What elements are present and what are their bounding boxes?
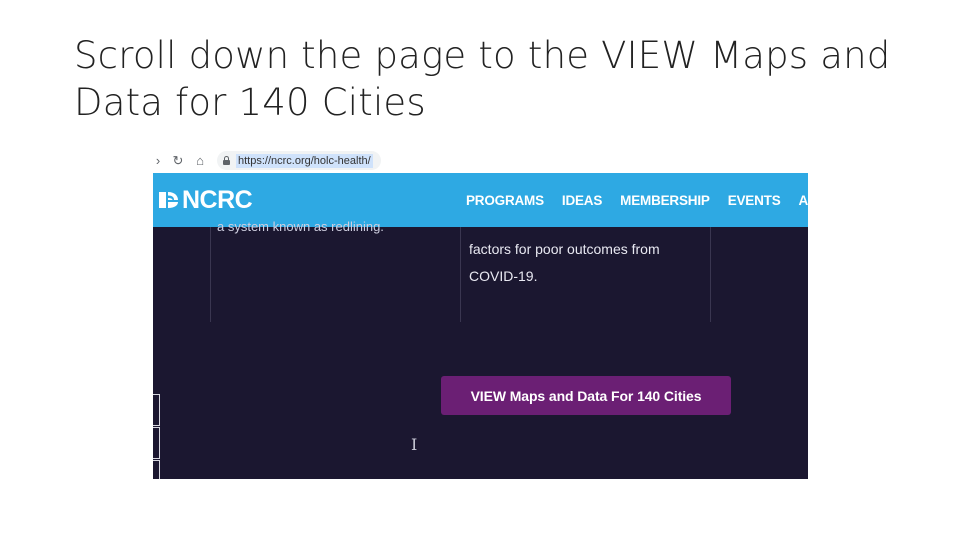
left-edge-box [153, 427, 160, 459]
nav-ideas[interactable]: IDEAS [562, 193, 602, 208]
left-edge-box [153, 394, 160, 426]
lock-icon [223, 156, 230, 165]
ncrc-logo-icon [159, 192, 178, 208]
text-cursor-icon: I [411, 435, 418, 454]
url-text[interactable]: https://ncrc.org/holc-health/ [236, 153, 373, 168]
nav-about[interactable]: ABO [799, 193, 808, 208]
browser-screenshot: › ↻ ⌂ https://ncrc.org/holc-health/ NCRC… [153, 148, 808, 479]
nav-membership[interactable]: MEMBERSHIP [620, 193, 710, 208]
site-nav: PROGRAMS IDEAS MEMBERSHIP EVENTS ABO [466, 173, 808, 227]
home-icon[interactable]: ⌂ [193, 148, 207, 173]
logo-text: NCRC [182, 185, 253, 214]
left-edge-box [153, 460, 160, 479]
column-divider [460, 227, 461, 322]
cut-off-text: a system known as redlining. [217, 219, 384, 234]
nav-events[interactable]: EVENTS [728, 193, 781, 208]
forward-icon[interactable]: › [153, 148, 163, 173]
address-bar[interactable]: https://ncrc.org/holc-health/ [217, 151, 381, 170]
page-content: a system known as redlining. factors for… [153, 219, 808, 479]
nav-programs[interactable]: PROGRAMS [466, 193, 544, 208]
slide-title: Scroll down the page to the VIEW Maps an… [74, 34, 891, 124]
reload-icon[interactable]: ↻ [171, 148, 185, 173]
view-maps-button[interactable]: VIEW Maps and Data For 140 Cities [441, 376, 731, 415]
browser-toolbar: › ↻ ⌂ https://ncrc.org/holc-health/ [153, 148, 808, 173]
column-divider [210, 227, 211, 322]
covid-paragraph: factors for poor outcomes from COVID-19. [469, 241, 660, 284]
ncrc-logo[interactable]: NCRC [156, 185, 253, 215]
column-divider [710, 227, 711, 322]
